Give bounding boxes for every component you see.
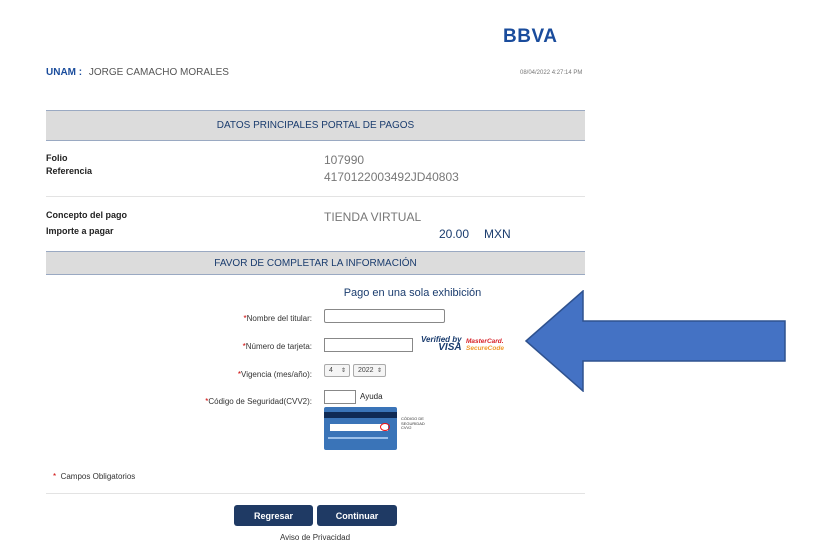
cvv-label: *Código de Seguridad(CVV2): (112, 397, 312, 406)
cvv-label-text: Código de Seguridad(CVV2): (208, 397, 312, 406)
section-header-main: DATOS PRINCIPALES PORTAL DE PAGOS (46, 110, 585, 141)
expiry-label-text: Vigencia (mes/año): (241, 370, 312, 379)
magnetic-stripe (324, 412, 397, 418)
name-label-text: Nombre del titular: (246, 314, 312, 323)
left-arrow-annotation (525, 290, 786, 392)
card-detail-line (328, 437, 388, 439)
expiry-year-select[interactable]: 2022 ⇕ (353, 364, 386, 377)
mc-line2: SecureCode (466, 345, 504, 352)
back-button[interactable]: Regresar (234, 505, 313, 526)
section-header-form: FAVOR DE COMPLETAR LA INFORMACIÓN (46, 251, 585, 275)
card-label-text: Número de tarjeta: (245, 342, 312, 351)
customer-name: JORGE CAMACHO MORALES (88, 67, 229, 78)
cvv-note: CÓDIGO DE SEGURIDAD CVV2 (401, 416, 425, 431)
timestamp: 08/04/2022 4:27:14 PM (520, 70, 583, 76)
card-label: *Número de tarjeta: (112, 342, 312, 351)
institution-label: UNAM : (46, 67, 83, 78)
mc-line1: MasterCard. (466, 338, 504, 345)
card-back-image (324, 407, 397, 450)
stepper-arrows-icon: ⇕ (340, 368, 346, 374)
card-number-input[interactable] (324, 338, 413, 352)
bbva-logo: BBVA (503, 26, 558, 47)
cvv-note-line: CVV2 (401, 425, 412, 430)
required-fields-note: * Campos Obligatorios (53, 472, 135, 481)
referencia-value: 4170122003492JD40803 (324, 170, 459, 184)
visa-line2: VISA (438, 342, 462, 353)
concepto-label: Concepto del pago (46, 210, 127, 220)
stepper-arrows-icon: ⇕ (376, 368, 382, 374)
payer-header: UNAM : JORGE CAMACHO MORALES (46, 67, 229, 78)
verified-by-visa-logo: Verified by VISA (421, 336, 462, 353)
currency-label: MXN (484, 227, 511, 241)
required-note-text: Campos Obligatorios (60, 472, 136, 481)
expiry-label: *Vigencia (mes/año): (112, 370, 312, 379)
expiry-month-select[interactable]: 4 ⇕ (324, 364, 350, 377)
folio-value: 107990 (324, 153, 365, 167)
expiry-year-value: 2022 (358, 367, 374, 374)
name-label: *Nombre del titular: (112, 314, 312, 323)
cvv-input[interactable] (324, 390, 356, 404)
folio-label: Folio (46, 153, 68, 163)
cvv-highlight-icon (380, 423, 390, 431)
continue-button[interactable]: Continuar (317, 505, 397, 526)
help-link[interactable]: Ayuda (360, 392, 383, 401)
footer-divider (46, 493, 585, 494)
name-input[interactable] (324, 309, 445, 323)
privacy-link[interactable]: Aviso de Privacidad (0, 533, 630, 542)
mastercard-securecode-logo: MasterCard. SecureCode (466, 338, 504, 352)
expiry-month-value: 4 (329, 367, 333, 374)
importe-label: Importe a pagar (46, 226, 114, 236)
importe-value: 20.00 (439, 227, 470, 241)
arrow-shape (525, 290, 786, 392)
referencia-label: Referencia (46, 166, 93, 176)
divider (46, 196, 585, 197)
concepto-value: TIENDA VIRTUAL (324, 210, 422, 224)
required-mark: * (53, 472, 57, 481)
